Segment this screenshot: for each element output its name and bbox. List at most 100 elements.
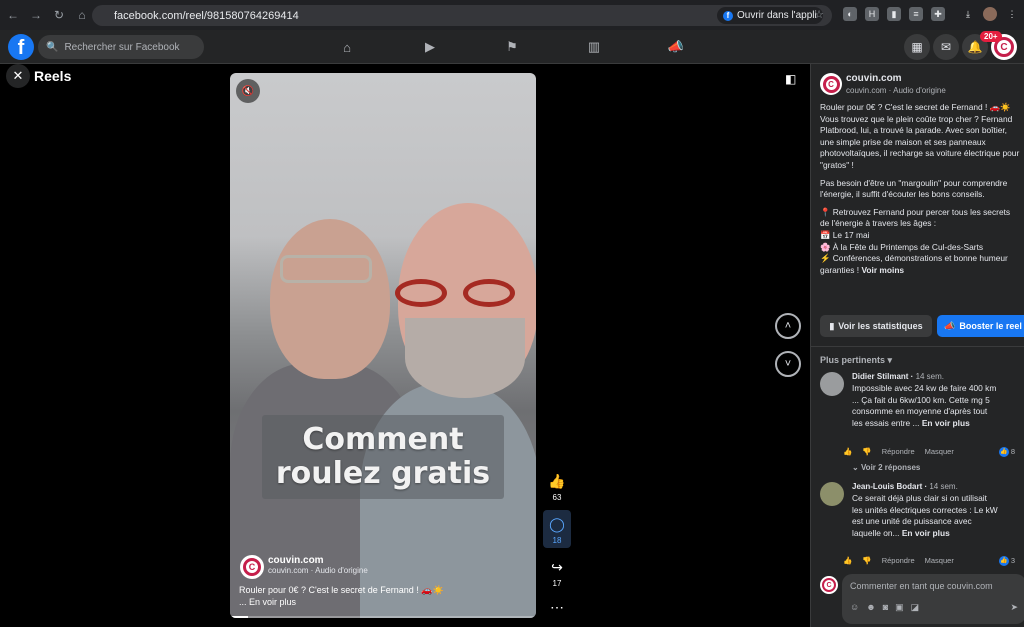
composer-avatar[interactable]: C: [820, 576, 838, 594]
view-replies-label: Voir 2 réponses: [860, 463, 921, 472]
like-button[interactable]: 👍 63: [543, 470, 571, 503]
back-icon[interactable]: ←: [3, 5, 23, 25]
reply-link[interactable]: Répondre: [882, 447, 915, 456]
view-stats-button[interactable]: ▮ Voir les statistiques: [820, 315, 932, 337]
send-icon[interactable]: ➤: [1010, 602, 1018, 613]
more-menu-icon[interactable]: ⋮: [1005, 7, 1019, 21]
share-arrow-icon: ↪: [551, 558, 563, 575]
profile-avatar[interactable]: [983, 7, 997, 21]
person-right-glasses: [395, 279, 525, 309]
extension-icon[interactable]: H: [865, 7, 879, 21]
video-caption-text: Comment roulez gratis: [275, 422, 491, 491]
download-icon[interactable]: ⤓: [961, 7, 975, 21]
hide-link[interactable]: Masquer: [925, 447, 954, 456]
close-button[interactable]: ✕: [6, 64, 30, 88]
extension-icon[interactable]: ◐: [843, 7, 857, 21]
commenter-avatar[interactable]: [820, 372, 844, 396]
video-author[interactable]: C couvin.com couvin.com · Audio d'origin…: [240, 555, 368, 579]
see-less-link[interactable]: Voir moins: [861, 265, 904, 275]
comment-count: 18: [552, 536, 562, 545]
ads-megaphone-icon[interactable]: 📣: [667, 38, 685, 56]
author-avatar[interactable]: C: [820, 73, 842, 95]
commenter-avatar[interactable]: [820, 482, 844, 506]
messenger-icon[interactable]: ✉: [933, 34, 959, 60]
open-in-app-label: Ouvrir dans l'appli: [737, 10, 817, 21]
emoji-icon[interactable]: ☻: [866, 602, 875, 613]
view-replies-link[interactable]: ⌄ Voir 2 réponses: [852, 463, 920, 472]
star-icon[interactable]: ☆: [814, 8, 824, 21]
insights-nav-icon[interactable]: ▥: [585, 38, 603, 56]
post-line: 📅 Le 17 mai: [820, 229, 870, 240]
audio-label[interactable]: couvin.com · Audio d'origine: [846, 86, 946, 95]
see-more-link[interactable]: ... En voir plus: [239, 596, 489, 608]
home-nav-icon[interactable]: ⌂: [338, 38, 356, 56]
facebook-logo[interactable]: f: [8, 34, 34, 60]
commenter-name[interactable]: Didier Stilmant: [852, 372, 908, 381]
reel-actions: 👍 63 ◯ 18 ↪ 17 ⋯: [543, 470, 571, 626]
next-reel-button[interactable]: ˅: [775, 351, 801, 377]
hide-link[interactable]: Masquer: [925, 556, 954, 565]
dislike-comment-icon[interactable]: 👎: [862, 447, 871, 456]
search-input[interactable]: 🔍 Rechercher sur Facebook: [38, 35, 204, 59]
see-more-link[interactable]: En voir plus: [922, 418, 970, 428]
sort-label: Plus pertinents: [820, 355, 886, 365]
person-right-beard: [405, 318, 525, 398]
post-paragraph: Vous trouvez que le plein coûte trop che…: [820, 113, 1020, 170]
camera-icon[interactable]: ◙: [883, 602, 888, 613]
search-icon: 🔍: [46, 41, 59, 53]
reaction-number: 8: [1010, 447, 1015, 456]
pages-flag-icon[interactable]: ⚑: [503, 38, 521, 56]
see-more-link[interactable]: En voir plus: [902, 528, 950, 538]
chevron-down-icon: ▾: [887, 355, 893, 365]
previous-reel-button[interactable]: ˄: [775, 313, 801, 339]
gif-icon[interactable]: ▣: [895, 602, 904, 613]
address-bar[interactable]: facebook.com/reel/981580764269414 f Ouvr…: [92, 5, 832, 26]
boost-reel-button[interactable]: 📣 Booster le reel: [937, 315, 1024, 337]
panel-author[interactable]: C couvin.com couvin.com · Audio d'origin…: [820, 73, 946, 95]
chevron-down-icon: ⌄: [852, 463, 861, 472]
reaction-count[interactable]: 👍 3: [998, 555, 1015, 566]
dislike-comment-icon[interactable]: 👎: [862, 556, 871, 565]
like-comment-icon[interactable]: 👍: [843, 447, 852, 456]
extension-icon[interactable]: ▮: [887, 7, 901, 21]
sticker-icon[interactable]: ◪: [911, 602, 920, 613]
post-line: Rouler pour 0€ ? C'est le secret de Fern…: [820, 102, 1011, 112]
megaphone-icon: 📣: [944, 320, 956, 331]
more-options-button[interactable]: ⋯: [543, 596, 571, 618]
puzzle-icon[interactable]: ✚: [931, 7, 945, 21]
divider: [811, 346, 1024, 347]
avatar-sticker-icon[interactable]: ☺: [850, 602, 859, 613]
audio-label[interactable]: couvin.com · Audio d'origine: [268, 566, 368, 575]
comment-time[interactable]: 14 sem.: [929, 482, 957, 491]
video-progress-bar[interactable]: [230, 616, 536, 618]
author-name[interactable]: couvin.com: [268, 555, 368, 566]
person-left-head: [270, 219, 390, 379]
share-button[interactable]: ↪ 17: [543, 556, 571, 589]
commenter-name[interactable]: Jean-Louis Bodart: [852, 482, 922, 491]
like-comment-icon[interactable]: 👍: [843, 556, 852, 565]
author-name[interactable]: couvin.com: [846, 73, 946, 84]
mute-icon[interactable]: 🔇: [236, 79, 260, 103]
home-icon[interactable]: ⌂: [72, 5, 92, 25]
forward-icon[interactable]: →: [26, 5, 46, 25]
share-count: 17: [552, 579, 562, 588]
video-caption-overlay: Comment roulez gratis: [262, 415, 504, 499]
reload-icon[interactable]: ↻: [49, 5, 69, 25]
comment-actions: 👍 👎 Répondre Masquer 👍 8: [843, 446, 1015, 457]
comment-input[interactable]: Commenter en tant que couvin.com ☺ ☻ ◙ ▣…: [842, 574, 1024, 624]
reaction-count[interactable]: 👍 8: [998, 446, 1015, 457]
comment-bubble-icon: ◯: [549, 515, 565, 532]
comment-time[interactable]: 14 sem.: [916, 372, 944, 381]
reel-video[interactable]: 🔇 Comment roulez gratis C couvin.com cou…: [230, 73, 536, 618]
menu-grid-icon[interactable]: ▦: [904, 34, 930, 60]
open-in-app-button[interactable]: f Ouvrir dans l'appli: [717, 7, 823, 24]
author-avatar[interactable]: C: [240, 555, 264, 579]
comment-button[interactable]: ◯ 18: [543, 510, 571, 548]
extension-icon[interactable]: ≡: [909, 7, 923, 21]
comment-sort-dropdown[interactable]: Plus pertinents ▾: [820, 355, 892, 366]
more-dots-icon: ⋯: [550, 598, 564, 615]
boost-reel-label: Booster le reel: [959, 321, 1022, 331]
sidebar-toggle-icon[interactable]: ◧: [785, 72, 801, 88]
video-nav-icon[interactable]: ▶: [421, 38, 439, 56]
reply-link[interactable]: Répondre: [882, 556, 915, 565]
